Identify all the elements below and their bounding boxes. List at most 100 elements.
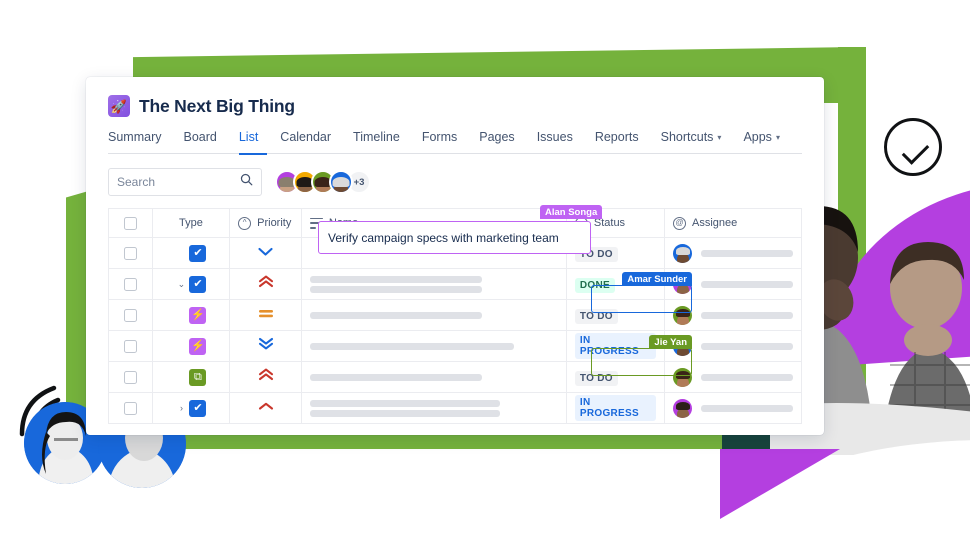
avatar[interactable]	[673, 398, 692, 418]
avatar[interactable]	[673, 367, 692, 387]
row-status-cell[interactable]: TO DO	[565, 299, 666, 331]
assignee-name-placeholder	[701, 249, 793, 257]
table-row[interactable]: ⌄ ✔ DONE	[108, 268, 802, 300]
collaborator-avatars[interactable]: +3	[275, 170, 371, 194]
avatar[interactable]	[673, 243, 692, 263]
priority-high-icon	[258, 399, 274, 416]
tab-forms[interactable]: Forms	[422, 130, 457, 146]
table-row[interactable]: ⚡ IN PROGRESS	[108, 330, 802, 362]
row-checkbox[interactable]	[123, 308, 137, 322]
task-type-icon: ✔	[189, 275, 207, 293]
column-header-select[interactable]	[108, 208, 153, 238]
row-status-cell[interactable]: DONE	[565, 268, 666, 300]
name-placeholder	[309, 342, 514, 350]
row-expander[interactable]: ⌄	[175, 279, 187, 290]
row-status-cell[interactable]: IN PROGRESS	[565, 392, 666, 424]
name-placeholder	[309, 409, 500, 417]
row-status-cell[interactable]: TO DO	[565, 361, 666, 393]
priority-highest-icon	[258, 368, 274, 385]
task-type-icon: ✔	[189, 399, 207, 417]
tab-list[interactable]: List	[239, 130, 258, 146]
row-type-cell[interactable]: ⚡	[151, 330, 231, 362]
row-assignee-cell[interactable]	[664, 392, 802, 424]
row-priority-cell[interactable]	[229, 330, 302, 362]
row-checkbox[interactable]	[123, 246, 137, 260]
tab-timeline[interactable]: Timeline	[353, 130, 400, 146]
row-priority-cell[interactable]	[229, 392, 302, 424]
row-assignee-cell[interactable]	[664, 361, 802, 393]
tab-reports[interactable]: Reports	[595, 130, 639, 146]
row-priority-cell[interactable]	[229, 237, 302, 269]
column-header-type[interactable]: Type	[151, 208, 231, 238]
assignee-name-placeholder	[701, 404, 793, 412]
tab-pages[interactable]: Pages	[479, 130, 514, 146]
row-checkbox[interactable]	[123, 339, 137, 353]
table-row[interactable]: ⧉ TO DO	[108, 361, 802, 393]
name-edit-input[interactable]: Verify campaign specs with marketing tea…	[318, 221, 591, 254]
story-type-icon: ⚡	[189, 337, 207, 355]
tab-shortcuts[interactable]: Shortcuts ▾	[661, 130, 722, 146]
table-row[interactable]: › ✔ IN PROGRESS	[108, 392, 802, 424]
chevron-down-icon: ▾	[775, 132, 780, 142]
row-select-cell[interactable]	[108, 361, 153, 393]
status-badge: TO DO	[574, 309, 618, 324]
avatar[interactable]	[673, 274, 692, 294]
status-badge: TO DO	[574, 371, 618, 386]
row-name-cell[interactable]	[300, 392, 567, 424]
hero-illustration: 🚀 The Next Big Thing Summary Board List …	[0, 0, 970, 545]
at-sign-icon: @	[673, 216, 686, 230]
tab-calendar[interactable]: Calendar	[280, 130, 331, 146]
row-assignee-cell[interactable]	[664, 268, 802, 300]
name-placeholder	[309, 311, 482, 319]
tab-apps[interactable]: Apps ▾	[743, 130, 780, 146]
check-circle-icon	[884, 118, 942, 176]
table-row[interactable]: ⚡ TO DO	[108, 299, 802, 331]
story-type-icon: ⚡	[189, 306, 207, 324]
name-placeholder	[309, 285, 482, 293]
avatar[interactable]	[329, 170, 353, 194]
row-type-cell[interactable]: ✔	[151, 237, 231, 269]
row-name-cell[interactable]	[300, 268, 567, 300]
row-priority-cell[interactable]	[229, 268, 302, 300]
tab-summary[interactable]: Summary	[108, 130, 161, 146]
tab-issues[interactable]: Issues	[537, 130, 573, 146]
arrow-up-circle-icon: ^	[238, 216, 252, 230]
row-status-cell[interactable]: IN PROGRESS	[565, 330, 666, 362]
column-header-priority[interactable]: ^ Priority	[229, 208, 302, 238]
search-icon	[240, 173, 253, 191]
avatar[interactable]	[673, 336, 692, 356]
avatar[interactable]	[673, 305, 692, 325]
row-assignee-cell[interactable]	[664, 299, 802, 331]
task-type-icon: ✔	[189, 244, 207, 262]
status-badge: IN PROGRESS	[574, 333, 656, 359]
row-priority-cell[interactable]	[229, 299, 302, 331]
row-type-cell[interactable]: ⚡	[151, 299, 231, 331]
row-name-cell[interactable]	[300, 330, 567, 362]
row-select-cell[interactable]	[108, 392, 153, 424]
row-checkbox[interactable]	[123, 401, 137, 415]
row-assignee-cell[interactable]	[664, 330, 802, 362]
row-select-cell[interactable]	[108, 237, 153, 269]
row-type-cell[interactable]: ⌄ ✔	[151, 268, 231, 300]
nav-tabs: Summary Board List Calendar Timeline For…	[108, 130, 802, 154]
row-checkbox[interactable]	[123, 277, 137, 291]
row-checkbox[interactable]	[123, 370, 137, 384]
row-select-cell[interactable]	[108, 268, 153, 300]
search-input[interactable]: Search	[108, 168, 262, 196]
row-expander[interactable]: ›	[175, 403, 187, 413]
row-priority-cell[interactable]	[229, 361, 302, 393]
row-select-cell[interactable]	[108, 299, 153, 331]
assignee-name-placeholder	[701, 373, 793, 381]
row-name-cell[interactable]	[300, 361, 567, 393]
select-all-checkbox[interactable]	[123, 216, 137, 230]
row-assignee-cell[interactable]	[664, 237, 802, 269]
subtask-type-icon: ⧉	[189, 368, 207, 386]
collaborator-cursor-alan-songa: Alan Songa	[540, 205, 603, 219]
column-header-assignee[interactable]: @ Assignee	[664, 208, 802, 238]
row-type-cell[interactable]: › ✔	[151, 392, 231, 424]
row-select-cell[interactable]	[108, 330, 153, 362]
name-placeholder	[309, 373, 482, 381]
row-name-cell[interactable]	[300, 299, 567, 331]
row-type-cell[interactable]: ⧉	[151, 361, 231, 393]
tab-board[interactable]: Board	[183, 130, 216, 146]
